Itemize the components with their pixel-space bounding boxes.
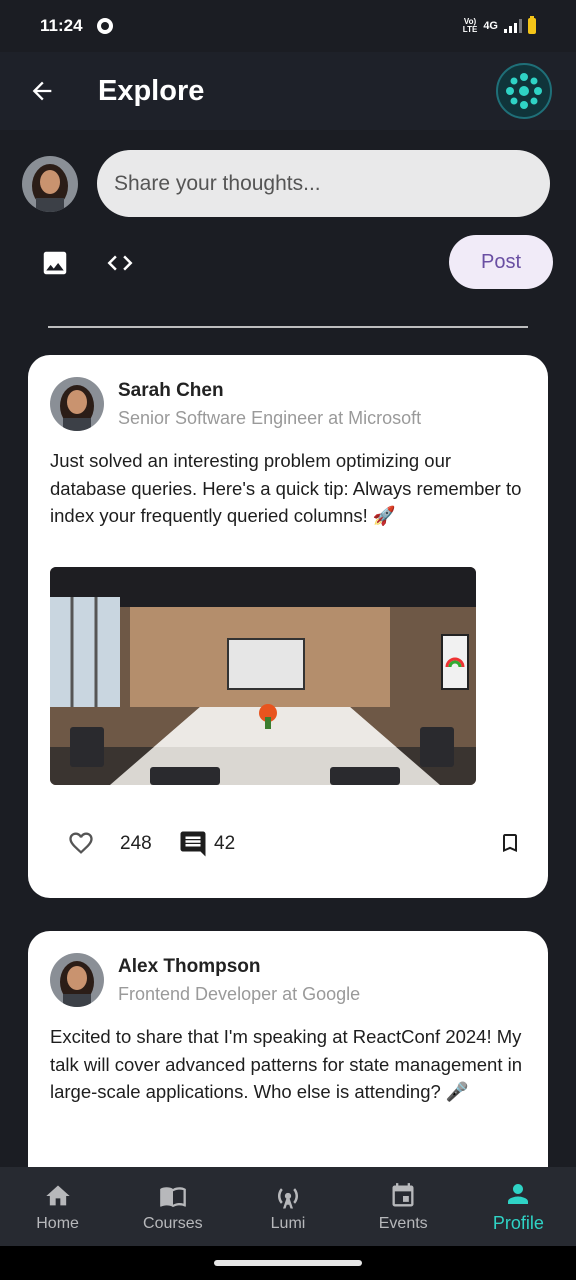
nav-item-lumi[interactable]: Lumi xyxy=(230,1167,345,1246)
page-title: Explore xyxy=(98,74,205,107)
bottom-navigation: Home Courses Lumi Events Profile xyxy=(0,1167,576,1246)
bookmark-button[interactable] xyxy=(498,829,522,859)
arrow-back-icon xyxy=(32,81,52,101)
code-icon xyxy=(107,255,133,271)
status-indicators: Vo) LTE 4G xyxy=(462,16,536,34)
nav-item-profile[interactable]: Profile xyxy=(461,1167,576,1246)
post-image[interactable] xyxy=(50,567,476,785)
post-actions: 248 42 xyxy=(28,825,548,865)
battery-icon xyxy=(528,16,536,34)
person-icon xyxy=(503,1179,533,1209)
author-avatar[interactable] xyxy=(50,377,104,431)
notification-app-icon xyxy=(96,18,113,34)
app-logo-icon[interactable] xyxy=(496,63,552,119)
bookmark-icon xyxy=(503,834,517,852)
broadcast-icon xyxy=(273,1181,303,1211)
author-name[interactable]: Sarah Chen xyxy=(118,380,224,402)
book-icon xyxy=(158,1181,188,1211)
home-icon xyxy=(43,1181,73,1211)
calendar-icon xyxy=(388,1181,418,1211)
signal-icon xyxy=(504,19,522,33)
nav-item-courses[interactable]: Courses xyxy=(115,1167,230,1246)
heart-icon xyxy=(69,832,93,854)
add-code-button[interactable] xyxy=(104,248,138,278)
network-type: 4G xyxy=(483,20,498,32)
divider xyxy=(48,326,528,328)
app-bar: Explore xyxy=(0,52,576,130)
author-name[interactable]: Alex Thompson xyxy=(118,956,261,978)
nav-label: Events xyxy=(378,1214,428,1232)
author-avatar[interactable] xyxy=(50,953,104,1007)
nav-item-home[interactable]: Home xyxy=(0,1167,115,1246)
post-card: Alex Thompson Frontend Developer at Goog… xyxy=(28,931,548,1167)
nav-label: Home xyxy=(36,1214,79,1232)
system-gesture-bar xyxy=(0,1246,576,1280)
volte-indicator: Vo) LTE xyxy=(462,17,478,34)
like-button[interactable] xyxy=(66,829,98,859)
nav-label: Lumi xyxy=(270,1214,306,1232)
nav-item-events[interactable]: Events xyxy=(346,1167,461,1246)
status-time: 11:24 xyxy=(40,16,83,35)
image-icon xyxy=(43,251,67,275)
status-bar: 11:24 Vo) LTE 4G xyxy=(0,0,576,52)
author-role: Senior Software Engineer at Microsoft xyxy=(118,408,422,428)
post-button[interactable]: Post xyxy=(449,235,553,289)
avatar[interactable] xyxy=(22,156,78,212)
back-button[interactable] xyxy=(22,71,62,111)
author-role: Frontend Developer at Google xyxy=(118,984,361,1004)
comment-icon xyxy=(180,831,206,857)
thoughts-input[interactable] xyxy=(97,150,550,217)
home-gesture-handle[interactable] xyxy=(214,1260,362,1266)
comment-count: 42 xyxy=(214,833,236,854)
post-card: Sarah Chen Senior Software Engineer at M… xyxy=(28,355,548,898)
nav-label: Courses xyxy=(143,1214,203,1232)
nav-label: Profile xyxy=(492,1213,544,1233)
post-feed[interactable]: Sarah Chen Senior Software Engineer at M… xyxy=(0,355,576,1167)
post-text: Excited to share that I'm speaking at Re… xyxy=(50,1026,522,1102)
post-text: Just solved an interesting problem optim… xyxy=(50,450,522,526)
add-image-button[interactable] xyxy=(40,248,70,278)
like-count: 248 xyxy=(120,833,152,854)
comment-button[interactable] xyxy=(178,829,208,859)
